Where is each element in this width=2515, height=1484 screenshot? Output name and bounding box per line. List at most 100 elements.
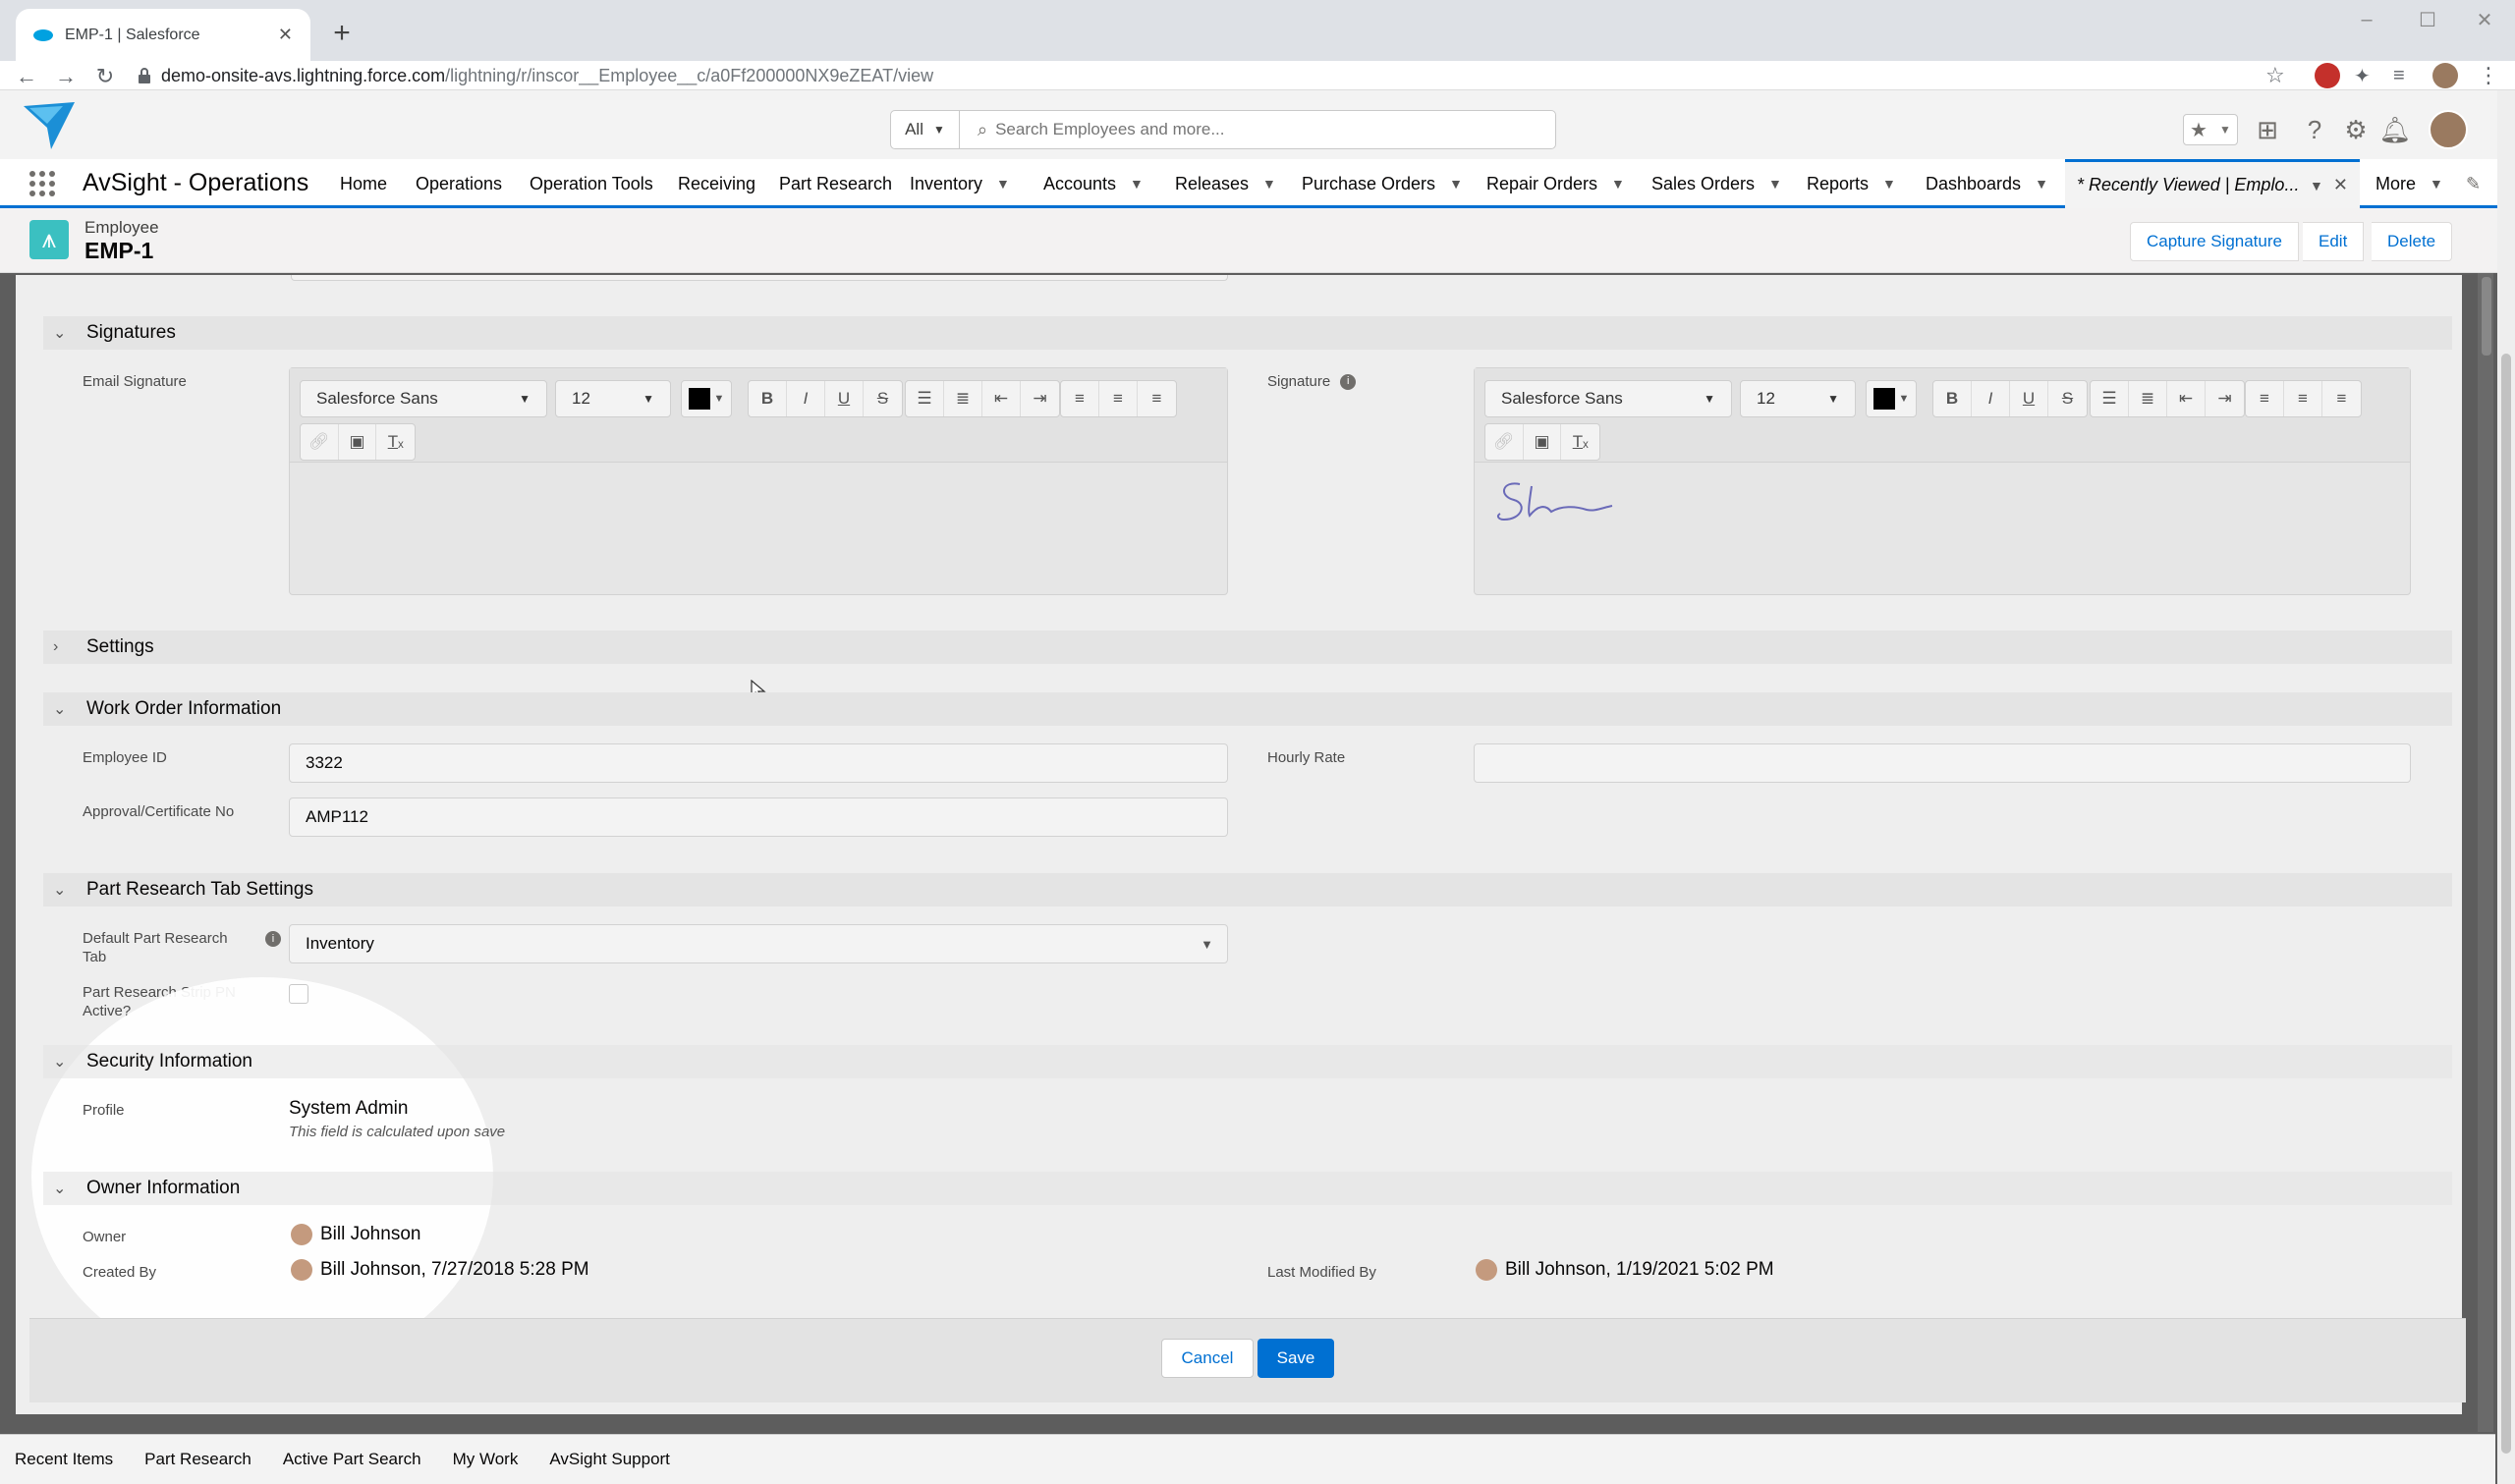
chevron-down-icon[interactable]: ▼ [1130,176,1144,192]
section-part-research-tab-settings[interactable]: ⌄ Part Research Tab Settings [43,873,2452,907]
outdent-icon[interactable]: ⇤ [2167,381,2206,416]
new-tab-icon[interactable]: + [322,14,362,53]
created-by-value[interactable]: Bill Johnson, 7/27/2018 5:28 PM [320,1259,589,1281]
strikethrough-icon[interactable]: S [2048,381,2087,416]
indent-icon[interactable]: ⇥ [1021,381,1059,416]
numbered-list-icon[interactable]: ≣ [944,381,982,416]
browser-tab[interactable]: EMP-1 | Salesforce ✕ [16,9,310,61]
search-input[interactable] [987,111,1555,148]
url-bar[interactable]: demo-onsite-avs.lightning.force.com/ligh… [138,61,2299,90]
align-center-icon[interactable]: ≡ [1099,381,1138,416]
hourly-rate-field[interactable] [1474,743,2411,783]
nav-item-releases[interactable]: Releases ▼ [1175,159,1276,208]
font-family-select[interactable]: Salesforce Sans ▼ [300,380,547,417]
bookmark-star-icon[interactable]: ☆ [2265,61,2285,90]
global-actions-icon[interactable]: ⊞ [2250,112,2285,147]
font-size-select[interactable]: 12 ▼ [1740,380,1856,417]
image-icon[interactable]: ▣ [339,424,377,460]
help-icon[interactable]: ? [2297,112,2332,147]
ublock-extension-icon[interactable] [2315,63,2340,88]
align-right-icon[interactable]: ≡ [2322,381,2361,416]
font-size-select[interactable]: 12 ▼ [555,380,671,417]
back-icon[interactable]: ← [12,62,41,91]
section-settings[interactable]: › Settings [43,631,2452,664]
part-research-strip-pn-checkbox[interactable] [289,984,308,1004]
profile-avatar-icon[interactable] [2432,63,2458,88]
chevron-down-icon[interactable]: ▼ [2035,176,2048,192]
clear-formatting-icon[interactable]: Tₓ [1561,424,1599,460]
bold-icon[interactable]: B [749,381,787,416]
nav-item-purchase-orders[interactable]: Purchase Orders ▼ [1302,159,1463,208]
edit-nav-pencil-icon[interactable]: ✎ [2466,159,2481,208]
close-window-icon[interactable]: ✕ [2454,0,2515,39]
nav-more-menu[interactable]: More ▼ [2375,159,2443,208]
chevron-down-icon[interactable]: ▼ [2310,178,2323,193]
bullet-list-icon[interactable]: ☰ [906,381,944,416]
info-icon[interactable]: i [265,931,281,947]
global-search[interactable]: All ▼ ⌕ [890,110,1556,149]
align-right-icon[interactable]: ≡ [1138,381,1176,416]
edit-button[interactable]: Edit [2303,222,2365,261]
owner-value[interactable]: Bill Johnson [320,1224,420,1245]
clear-formatting-icon[interactable]: Tₓ [376,424,415,460]
nav-item-reports[interactable]: Reports ▼ [1807,159,1896,208]
email-signature-body[interactable] [290,463,1227,594]
media-control-icon[interactable]: ≡ [2393,61,2405,90]
font-family-select[interactable]: Salesforce Sans ▼ [1484,380,1732,417]
nav-item-operation-tools[interactable]: Operation Tools [530,159,653,208]
chevron-down-icon[interactable]: ▼ [1882,176,1896,192]
notifications-bell-icon[interactable]: 🔔︎ [2377,112,2413,147]
employee-id-field[interactable]: 3322 [289,743,1228,783]
capture-signature-button[interactable]: Capture Signature [2130,222,2299,261]
section-signatures[interactable]: ⌄ Signatures [43,316,2452,350]
italic-icon[interactable]: I [1972,381,2010,416]
nav-item-inventory[interactable]: Inventory ▼ [910,159,1010,208]
nav-item-sales-orders[interactable]: Sales Orders ▼ [1651,159,1782,208]
text-color-button[interactable]: ▼ [1866,380,1917,417]
default-part-research-tab-select[interactable]: Inventory ▼ [289,924,1228,963]
chevron-down-icon[interactable]: ▼ [996,176,1010,192]
delete-button[interactable]: Delete [2372,222,2453,261]
nav-item-operations[interactable]: Operations [416,159,502,208]
info-icon[interactable]: i [1340,373,1357,390]
maximize-icon[interactable]: ☐ [2397,0,2458,39]
forward-icon[interactable]: → [51,62,81,91]
utility-item-avsight-support[interactable]: AvSight Support [549,1450,670,1469]
chevron-down-icon[interactable]: ▼ [1449,176,1463,192]
nav-item-accounts[interactable]: Accounts ▼ [1043,159,1144,208]
numbered-list-icon[interactable]: ≣ [2129,381,2167,416]
align-left-icon[interactable]: ≡ [2246,381,2284,416]
content-scrollbar[interactable] [2478,273,2493,1432]
approval-certificate-field[interactable]: AMP112 [289,797,1228,837]
app-launcher-icon[interactable] [28,170,57,197]
italic-icon[interactable]: I [787,381,825,416]
search-scope-select[interactable]: All ▼ [891,111,960,148]
close-tab-icon[interactable]: ✕ [278,25,293,45]
chevron-down-icon[interactable]: ▼ [1262,176,1276,192]
image-icon[interactable]: ▣ [1524,424,1562,460]
outdent-icon[interactable]: ⇤ [982,381,1021,416]
section-security-information[interactable]: ⌄ Security Information [43,1045,2452,1078]
underline-icon[interactable]: U [825,381,864,416]
underline-icon[interactable]: U [2010,381,2048,416]
save-button[interactable]: Save [1258,1339,1334,1378]
chrome-menu-icon[interactable]: ⋮ [2478,61,2499,90]
link-icon[interactable]: 🔗︎ [301,424,339,460]
strikethrough-icon[interactable]: S [864,381,902,416]
indent-icon[interactable]: ⇥ [2206,381,2244,416]
nav-item-receiving[interactable]: Receiving [678,159,755,208]
setup-gear-icon[interactable]: ⚙ [2338,112,2374,147]
chevron-down-icon[interactable]: ▼ [1768,176,1782,192]
chevron-down-icon[interactable]: ▼ [1611,176,1625,192]
bullet-list-icon[interactable]: ☰ [2091,381,2129,416]
avsight-logo[interactable] [24,102,75,149]
link-icon[interactable]: 🔗︎ [1485,424,1524,460]
favorites-button[interactable]: ★ ▼ [2183,114,2238,145]
utility-item-my-work[interactable]: My Work [453,1450,519,1469]
utility-item-recent-items[interactable]: Recent Items [15,1450,113,1469]
close-tab-icon[interactable]: ✕ [2333,175,2348,195]
signature-body[interactable] [1475,463,2410,594]
bold-icon[interactable]: B [1933,381,1972,416]
nav-item-repair-orders[interactable]: Repair Orders ▼ [1486,159,1625,208]
window-scrollbar-thumb[interactable] [2501,354,2511,1454]
